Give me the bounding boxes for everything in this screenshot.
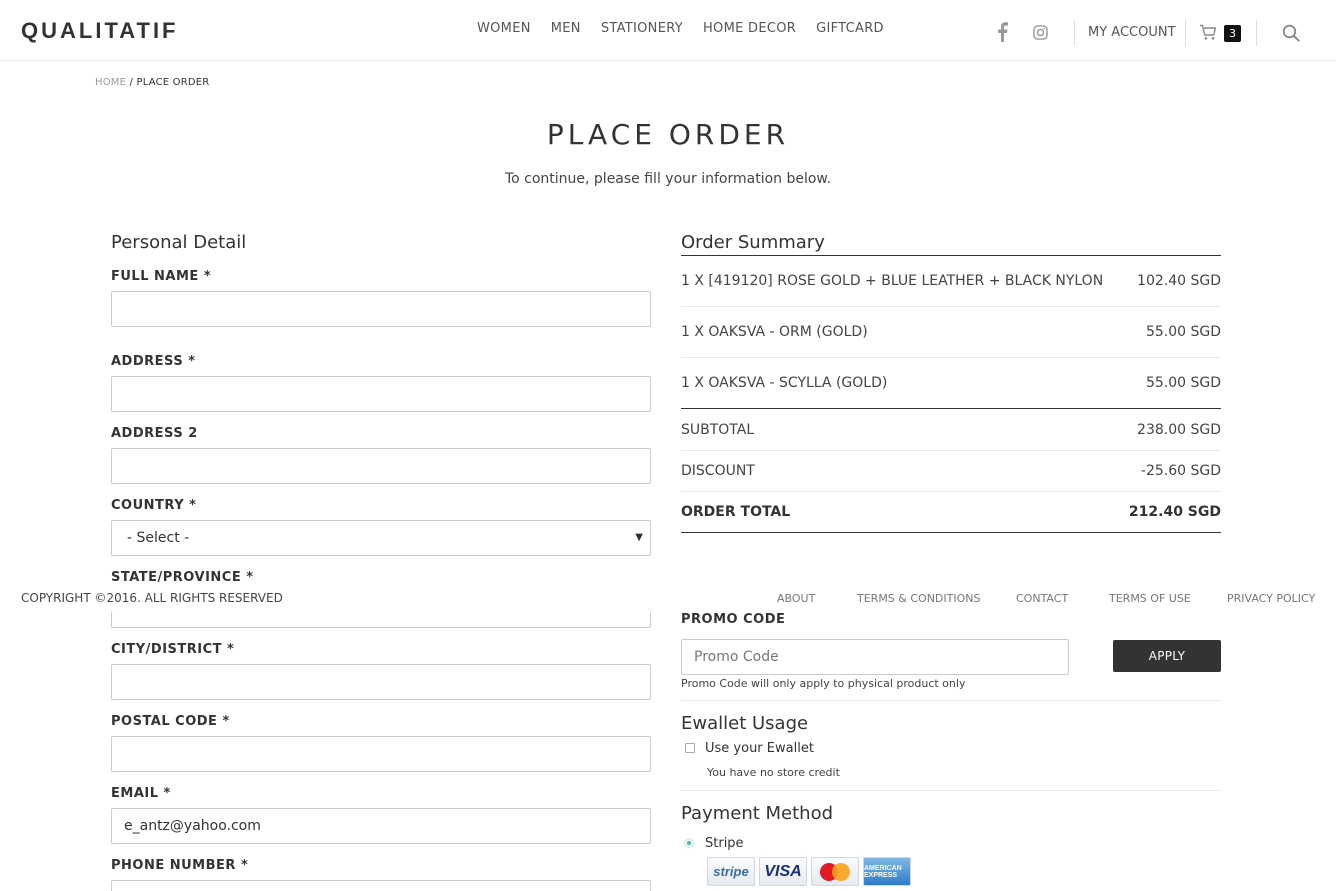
postal-code-label: POSTAL CODE * (111, 714, 230, 729)
nav-men[interactable]: MEN (551, 21, 581, 36)
nav-giftcard[interactable]: GIFTCARD (816, 21, 884, 36)
ewallet-note: You have no store credit (707, 766, 840, 779)
logo[interactable]: QUALITATIF (21, 18, 179, 44)
address-input[interactable] (111, 376, 651, 412)
section-divider (681, 790, 1221, 791)
country-select[interactable]: - Select - ▼ (111, 520, 651, 556)
page-subtitle: To continue, please fill your informatio… (504, 171, 832, 187)
site-footer: COPYRIGHT ©2016. ALL RIGHTS RESERVED ABO… (0, 591, 1336, 609)
stripe-radio[interactable] (684, 838, 694, 848)
country-select-value: - Select - (127, 530, 190, 546)
city-label: CITY/DISTRICT * (111, 642, 235, 657)
order-item-name: 1 X OAKSVA - SCYLLA (GOLD) (681, 375, 888, 391)
address-label: ADDRESS * (111, 354, 196, 369)
ewallet-title: Ewallet Usage (681, 713, 809, 734)
state-select[interactable] (111, 611, 651, 628)
facebook-icon[interactable] (996, 22, 1008, 42)
breadcrumb-separator: / (126, 77, 137, 88)
subtotal-label: SUBTOTAL (681, 422, 755, 438)
chevron-down-icon: ▼ (635, 532, 643, 543)
order-item: 1 X [419120] ROSE GOLD + BLUE LEATHER + … (681, 273, 1221, 289)
order-item-name: 1 X [419120] ROSE GOLD + BLUE LEATHER + … (681, 273, 1104, 289)
order-total-label: ORDER TOTAL (681, 504, 791, 520)
ewallet-option-label[interactable]: Use your Ewallet (705, 741, 814, 756)
breadcrumb-current: PLACE ORDER (136, 77, 210, 88)
ewallet-checkbox[interactable] (685, 743, 695, 753)
promo-note: Promo Code will only apply to physical p… (681, 677, 966, 690)
site-header: QUALITATIF WOMEN MEN STATIONERY HOME DEC… (0, 0, 1336, 61)
instagram-icon[interactable] (1033, 25, 1048, 40)
state-label: STATE/PROVINCE * (111, 570, 254, 585)
row-divider (681, 357, 1221, 358)
mastercard-icon (820, 862, 850, 881)
order-summary-title: Order Summary (681, 232, 825, 253)
discount-row: DISCOUNT -25.60 SGD (681, 463, 1221, 479)
cart-icon[interactable] (1199, 24, 1217, 41)
phone-input[interactable] (111, 880, 651, 891)
amex-logo: AMERICAN EXPRESS (863, 857, 911, 886)
footer-link-about[interactable]: ABOUT (777, 592, 815, 605)
summary-divider (681, 532, 1221, 533)
city-input[interactable] (111, 664, 651, 700)
apply-button[interactable]: APPLY (1113, 640, 1221, 672)
nav-home-decor[interactable]: HOME DECOR (703, 21, 796, 36)
full-name-label: FULL NAME * (111, 269, 212, 284)
promo-code-label: PROMO CODE (681, 612, 786, 627)
row-divider (681, 450, 1221, 451)
page-title: PLACE ORDER (546, 118, 790, 151)
discount-label: DISCOUNT (681, 463, 755, 479)
postal-code-input[interactable] (111, 736, 651, 772)
stripe-logo: stripe (707, 857, 755, 886)
row-divider (681, 306, 1221, 307)
order-item: 1 X OAKSVA - ORM (GOLD) 55.00 SGD (681, 324, 1221, 340)
section-divider (681, 700, 1221, 701)
stripe-option-label[interactable]: Stripe (705, 836, 744, 851)
discount-value: -25.60 SGD (1140, 463, 1221, 479)
my-account-link[interactable]: MY ACCOUNT (1088, 25, 1176, 40)
phone-label: PHONE NUMBER * (111, 858, 249, 873)
payment-cards: stripe VISA AMERICAN EXPRESS (707, 857, 911, 886)
header-divider (1185, 20, 1186, 46)
full-name-input[interactable] (111, 291, 651, 327)
summary-divider (681, 255, 1221, 256)
payment-method-title: Payment Method (681, 803, 834, 824)
subtotal-value: 238.00 SGD (1137, 422, 1221, 438)
nav-women[interactable]: WOMEN (477, 21, 531, 36)
address2-label: ADDRESS 2 (111, 426, 198, 441)
footer-link-terms-of-use[interactable]: TERMS OF USE (1109, 592, 1191, 605)
order-total-row: ORDER TOTAL 212.40 SGD (681, 504, 1221, 520)
breadcrumb-home[interactable]: HOME (95, 77, 126, 88)
email-label: EMAIL * (111, 786, 171, 801)
summary-divider (681, 408, 1221, 409)
header-divider (1074, 20, 1075, 46)
order-item-price: 55.00 SGD (1145, 324, 1221, 340)
cart-count-badge[interactable]: 3 (1224, 25, 1241, 42)
order-item-name: 1 X OAKSVA - ORM (GOLD) (681, 324, 868, 340)
mastercard-logo (811, 857, 859, 886)
footer-link-contact[interactable]: CONTACT (1016, 592, 1068, 605)
order-item-price: 55.00 SGD (1145, 375, 1221, 391)
copyright: COPYRIGHT ©2016. ALL RIGHTS RESERVED (21, 591, 283, 605)
visa-logo: VISA (759, 857, 807, 886)
subtotal-row: SUBTOTAL 238.00 SGD (681, 422, 1221, 438)
country-label: COUNTRY * (111, 498, 197, 513)
breadcrumb: HOME / PLACE ORDER (95, 77, 209, 88)
search-icon[interactable] (1282, 24, 1300, 42)
row-divider (681, 491, 1221, 492)
footer-link-terms-conditions[interactable]: TERMS & CONDITIONS (857, 592, 980, 605)
address2-input[interactable] (111, 448, 651, 484)
header-divider (1256, 20, 1257, 46)
order-total-value: 212.40 SGD (1128, 504, 1221, 520)
email-input[interactable]: e_antz@yahoo.com (111, 808, 651, 844)
nav-stationery[interactable]: STATIONERY (601, 21, 683, 36)
promo-code-input[interactable]: Promo Code (681, 639, 1069, 675)
main-nav: WOMEN MEN STATIONERY HOME DECOR GIFTCARD (477, 21, 884, 36)
order-item-price: 102.40 SGD (1137, 273, 1221, 289)
footer-link-privacy-policy[interactable]: PRIVACY POLICY (1227, 592, 1315, 605)
personal-detail-title: Personal Detail (111, 232, 247, 253)
order-item: 1 X OAKSVA - SCYLLA (GOLD) 55.00 SGD (681, 375, 1221, 391)
